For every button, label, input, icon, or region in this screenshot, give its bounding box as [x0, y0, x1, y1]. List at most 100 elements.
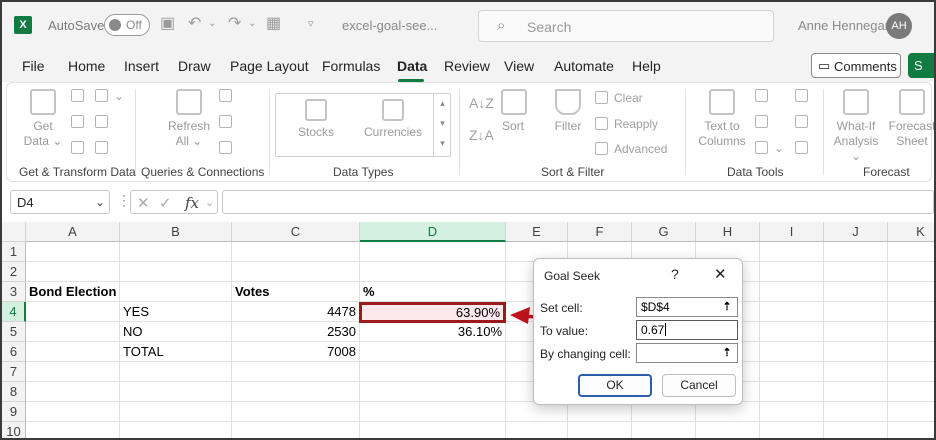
refresh-all-button[interactable]: Refresh All ⌄	[165, 89, 213, 149]
tab-draw[interactable]: Draw	[178, 58, 211, 74]
column-header-a[interactable]: A	[26, 222, 120, 242]
get-data-button[interactable]: Get Data ⌄	[23, 89, 63, 149]
customize-toolbar-icon[interactable]: ▿	[308, 15, 314, 33]
fx-dropdown-icon[interactable]: ⌄	[205, 196, 214, 209]
grid-cell[interactable]	[760, 322, 824, 342]
grid-cell[interactable]	[120, 382, 232, 402]
set-cell-input[interactable]: $D$4 ⇡	[636, 297, 738, 317]
tab-review[interactable]: Review	[444, 58, 490, 74]
by-changing-cell-input[interactable]: ⇡	[636, 343, 738, 363]
insert-function-icon[interactable]: fx	[185, 194, 199, 212]
grid-cell[interactable]	[632, 422, 696, 440]
grid-cell[interactable]	[360, 422, 506, 440]
consolidate-icon[interactable]	[795, 89, 814, 103]
save-icon[interactable]: ▣	[160, 15, 175, 33]
grid-cell[interactable]	[824, 302, 888, 322]
grid-cell[interactable]	[824, 362, 888, 382]
grid-cell[interactable]	[888, 322, 936, 342]
grid-cell[interactable]	[760, 242, 824, 262]
cell-a3[interactable]: Bond Election	[26, 282, 120, 302]
cell-d3[interactable]: %	[360, 282, 506, 302]
tab-formulas[interactable]: Formulas	[322, 58, 380, 74]
row-header-3[interactable]: 3	[2, 282, 26, 302]
column-header-b[interactable]: B	[120, 222, 232, 242]
grid-cell[interactable]	[760, 282, 824, 302]
column-header-g[interactable]: G	[632, 222, 696, 242]
row-header-2[interactable]: 2	[2, 262, 26, 282]
tab-view[interactable]: View	[504, 58, 534, 74]
grid-cell[interactable]	[824, 242, 888, 262]
comments-button[interactable]: ▭ Comments	[811, 53, 901, 78]
redo-dropdown-icon[interactable]: ⌄	[248, 15, 256, 33]
grid-cell[interactable]	[506, 402, 568, 422]
tab-insert[interactable]: Insert	[124, 58, 159, 74]
data-validation-icon[interactable]: ⌄	[755, 141, 784, 155]
currencies-button[interactable]: Currencies	[363, 99, 423, 140]
advanced-button[interactable]: Advanced	[595, 142, 667, 156]
cell-c6[interactable]: 7008	[232, 342, 360, 362]
sort-ascending-icon[interactable]: A↓Z	[469, 95, 494, 111]
grid-cell[interactable]	[26, 382, 120, 402]
filter-button[interactable]: Filter	[553, 89, 583, 134]
grid-cell[interactable]	[824, 282, 888, 302]
forecast-sheet-button[interactable]: Forecast Sheet	[887, 89, 936, 149]
cancel-icon[interactable]: ✕	[137, 194, 150, 212]
more-options-icon[interactable]: ⋮	[117, 192, 131, 209]
edit-links-icon[interactable]	[219, 141, 238, 155]
text-to-columns-button[interactable]: Text to Columns	[695, 89, 749, 149]
grid-cell[interactable]	[120, 422, 232, 440]
sort-descending-icon[interactable]: Z↓A	[469, 127, 494, 143]
queries-connections-icon[interactable]	[219, 89, 238, 103]
row-header-6[interactable]: 6	[2, 342, 26, 362]
from-table-icon[interactable]: ⌄	[95, 89, 124, 103]
collapse-dialog-icon[interactable]: ⇡	[719, 345, 735, 361]
cell-b6[interactable]: TOTAL	[120, 342, 232, 362]
cell-d5[interactable]: 36.10%	[360, 322, 506, 342]
reapply-button[interactable]: Reapply	[595, 117, 658, 131]
grid-cell[interactable]	[696, 402, 760, 422]
grid-cell[interactable]	[26, 402, 120, 422]
recent-sources-icon[interactable]	[95, 115, 114, 129]
tab-home[interactable]: Home	[68, 58, 105, 74]
avatar[interactable]: AH	[886, 13, 912, 39]
grid-cell[interactable]	[568, 422, 632, 440]
row-header-7[interactable]: 7	[2, 362, 26, 382]
existing-connections-icon[interactable]	[95, 141, 114, 155]
grid-cell[interactable]	[888, 282, 936, 302]
share-button[interactable]: S	[908, 53, 936, 78]
grid-cell[interactable]	[120, 282, 232, 302]
tab-help[interactable]: Help	[632, 58, 661, 74]
grid-cell[interactable]	[360, 402, 506, 422]
redo-icon[interactable]: ↷	[228, 15, 241, 33]
grid-cell[interactable]	[26, 322, 120, 342]
file-name[interactable]: excel-goal-see...	[342, 18, 437, 33]
ok-button[interactable]: OK	[578, 374, 652, 397]
clear-button[interactable]: Clear	[595, 91, 643, 105]
grid-cell[interactable]	[824, 322, 888, 342]
row-header-5[interactable]: 5	[2, 322, 26, 342]
grid-cell[interactable]	[506, 422, 568, 440]
grid-cell[interactable]	[888, 402, 936, 422]
grid-cell[interactable]	[888, 362, 936, 382]
collapse-dialog-icon[interactable]: ⇡	[719, 299, 735, 315]
grid-cell[interactable]	[760, 362, 824, 382]
grid-cell[interactable]	[120, 362, 232, 382]
grid-cell[interactable]	[26, 342, 120, 362]
row-header-4[interactable]: 4	[2, 302, 26, 322]
grid-cell[interactable]	[760, 342, 824, 362]
grid-cell[interactable]	[120, 402, 232, 422]
row-header-10[interactable]: 10	[2, 422, 26, 440]
grid-cell[interactable]	[760, 422, 824, 440]
tab-data[interactable]: Data	[397, 58, 427, 74]
grid-cell[interactable]	[232, 382, 360, 402]
grid-cell[interactable]	[696, 422, 760, 440]
grid-cell[interactable]	[760, 402, 824, 422]
column-header-c[interactable]: C	[232, 222, 360, 242]
grid-cell[interactable]	[824, 342, 888, 362]
grid-cell[interactable]	[26, 242, 120, 262]
properties-icon[interactable]	[219, 115, 238, 129]
form-icon[interactable]: ▦	[266, 15, 281, 33]
search-box[interactable]: ⌕ Search	[478, 10, 774, 42]
tab-file[interactable]: File	[22, 58, 45, 74]
grid-cell[interactable]	[120, 262, 232, 282]
